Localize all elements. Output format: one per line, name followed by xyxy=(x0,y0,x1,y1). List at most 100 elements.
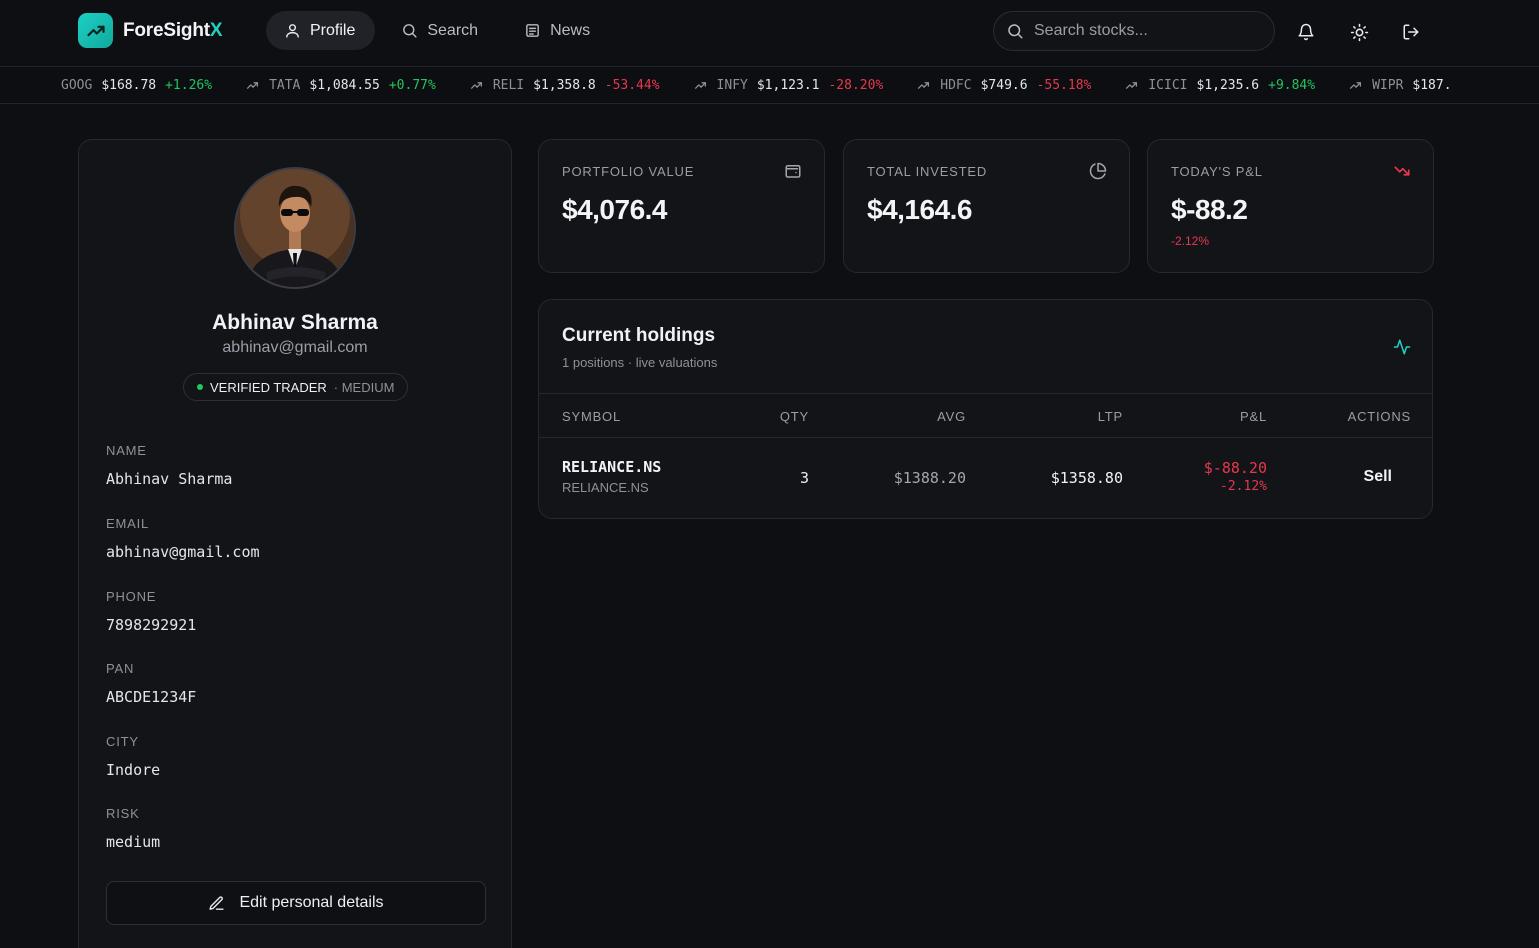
ticker-item[interactable]: WIPR $187. xyxy=(1349,78,1460,93)
column-header-pnl: P&L xyxy=(1240,409,1267,424)
stat-portfolio-value: PORTFOLIO VALUE $4,076.4 xyxy=(538,139,825,273)
field-value: medium xyxy=(106,833,161,851)
nav-news[interactable]: News xyxy=(506,11,610,50)
user-icon xyxy=(286,24,299,38)
profile-name: Abhinav Sharma xyxy=(212,311,378,334)
ticker-item[interactable]: HDFC $749.6 -55.18% xyxy=(917,78,1091,93)
profile-email: abhinav@gmail.com xyxy=(222,339,368,356)
field-label: NAME xyxy=(106,443,147,458)
badge-main-label: VERIFIED TRADER xyxy=(210,379,327,395)
sun-icon[interactable] xyxy=(1346,19,1372,45)
search-icon xyxy=(1008,24,1023,39)
table-header: SYMBOL QTY AVG LTP P&L ACTIONS xyxy=(539,393,1432,438)
ticker-item[interactable]: GOOG $168.78 +1.26% xyxy=(61,78,212,93)
trending-up-icon xyxy=(918,81,930,89)
sell-button[interactable]: Sell xyxy=(1364,468,1392,486)
logout-icon[interactable] xyxy=(1398,19,1424,45)
ticker-symbol: TATA xyxy=(269,77,301,93)
ticker-symbol: ICICI xyxy=(1148,77,1188,93)
ticker-item[interactable]: ICICI $1,235.6 +9.84% xyxy=(1125,78,1315,93)
ticker-symbol: INFY xyxy=(716,77,748,93)
ticker-price: $1,235.6 xyxy=(1196,77,1260,93)
ticker-price: $1,084.55 xyxy=(309,77,380,93)
trending-up-icon xyxy=(1350,81,1362,89)
status-dot xyxy=(197,384,203,390)
stat-label: TOTAL INVESTED xyxy=(867,164,988,179)
ticker-symbol: GOOG xyxy=(61,77,93,93)
ticker-price: $749.6 xyxy=(980,77,1028,93)
bell-icon[interactable] xyxy=(1293,19,1319,45)
field-value: Indore xyxy=(106,761,161,779)
field-city: CITY Indore xyxy=(106,734,160,779)
field-value: abhinav@gmail.com xyxy=(106,543,260,561)
ticker-track: GOOG $168.78 +1.26% TATA $1,084.55 +0.77… xyxy=(61,67,1495,103)
trending-down-icon xyxy=(1394,166,1410,176)
stat-todays-pnl: TODAY'S P&L $-88.2 -2.12% xyxy=(1147,139,1434,273)
top-nav: ForeSightX Profile Search News xyxy=(0,0,1539,66)
stat-value: $4,164.6 xyxy=(867,194,973,225)
trending-up-logo-icon xyxy=(78,13,113,48)
search-icon xyxy=(403,24,417,38)
table-row[interactable]: RELIANCE.NS RELIANCE.NS 3 $1388.20 $1358… xyxy=(539,438,1432,518)
trending-up-icon xyxy=(694,81,706,89)
stat-value: $4,076.4 xyxy=(562,194,668,225)
ticker-change: -28.20% xyxy=(828,77,884,93)
activity-icon xyxy=(1393,339,1411,355)
trending-up-icon xyxy=(247,81,259,89)
cell-avg: $1388.20 xyxy=(893,469,966,487)
ticker-change: +1.26% xyxy=(165,77,213,93)
ticker-item[interactable]: TATA $1,084.55 +0.77% xyxy=(246,78,436,93)
stat-value: $-88.2 xyxy=(1171,194,1248,225)
ticker-change: +9.84% xyxy=(1268,77,1316,93)
ticker-change: +0.77% xyxy=(388,77,436,93)
row-symbol: RELIANCE.NS xyxy=(562,458,662,476)
row-pnl-pct: -2.12% xyxy=(1220,479,1267,494)
brand-name: ForeSightX xyxy=(123,19,223,41)
field-phone: PHONE 7898292921 xyxy=(106,589,196,634)
badge-risk-label: · MEDIUM xyxy=(333,379,395,395)
edit-button-label: Edit personal details xyxy=(239,894,384,911)
main-nav: Profile Search News xyxy=(266,11,610,50)
brand[interactable]: ForeSightX xyxy=(78,13,223,48)
ticker-price: $1,358.8 xyxy=(533,77,596,93)
nav-news-label: News xyxy=(550,21,591,39)
field-value: 7898292921 xyxy=(106,616,197,634)
ticker-symbol: RELI xyxy=(492,77,525,93)
ticker-item[interactable]: RELI $1,358.8 -53.44% xyxy=(470,78,660,93)
profile-card: Abhinav Sharma abhinav@gmail.com VERIFIE… xyxy=(78,139,512,948)
field-value: ABCDE1234F xyxy=(106,688,197,706)
ticker-price: $187. xyxy=(1412,77,1452,93)
ticker-symbol: HDFC xyxy=(940,77,972,93)
stock-search xyxy=(993,11,1275,51)
holdings-title: Current holdings xyxy=(562,325,716,346)
ticker-item[interactable]: INFY $1,123.1 -28.20% xyxy=(694,77,884,93)
row-symbol-sub: RELIANCE.NS xyxy=(562,480,649,495)
stock-search-input[interactable] xyxy=(1034,22,1254,40)
field-label: PAN xyxy=(106,661,135,676)
column-header-qty: QTY xyxy=(779,409,809,424)
field-label: RISK xyxy=(106,806,140,821)
pie-chart-icon xyxy=(1089,162,1107,180)
newspaper-icon xyxy=(526,24,539,37)
column-header-ltp: LTP xyxy=(1097,409,1123,424)
field-pan: PAN ABCDE1234F xyxy=(106,661,196,706)
column-header-symbol: SYMBOL xyxy=(562,409,621,424)
holdings-card: Current holdings 1 positions · live valu… xyxy=(538,299,1433,519)
field-risk: RISK medium xyxy=(106,806,160,851)
edit-personal-details-button[interactable]: Edit personal details xyxy=(106,881,486,925)
wallet-icon xyxy=(785,165,801,178)
nav-profile[interactable]: Profile xyxy=(266,11,376,50)
column-header-actions: ACTIONS xyxy=(1347,409,1411,424)
ticker-symbol: WIPR xyxy=(1372,77,1404,93)
cell-pnl: $-88.20 -2.12% xyxy=(1204,459,1267,494)
ticker-change: -55.18% xyxy=(1036,77,1092,93)
ticker-change: -53.44% xyxy=(604,77,660,93)
nav-search[interactable]: Search xyxy=(383,11,498,50)
trending-up-icon xyxy=(470,81,482,89)
cell-qty: 3 xyxy=(799,469,809,487)
status-badge: VERIFIED TRADER · MEDIUM xyxy=(183,373,409,401)
nav-search-label: Search xyxy=(427,21,479,39)
avatar xyxy=(234,167,356,289)
field-value: Abhinav Sharma xyxy=(106,470,233,488)
cell-ltp: $1358.80 xyxy=(1050,469,1123,487)
